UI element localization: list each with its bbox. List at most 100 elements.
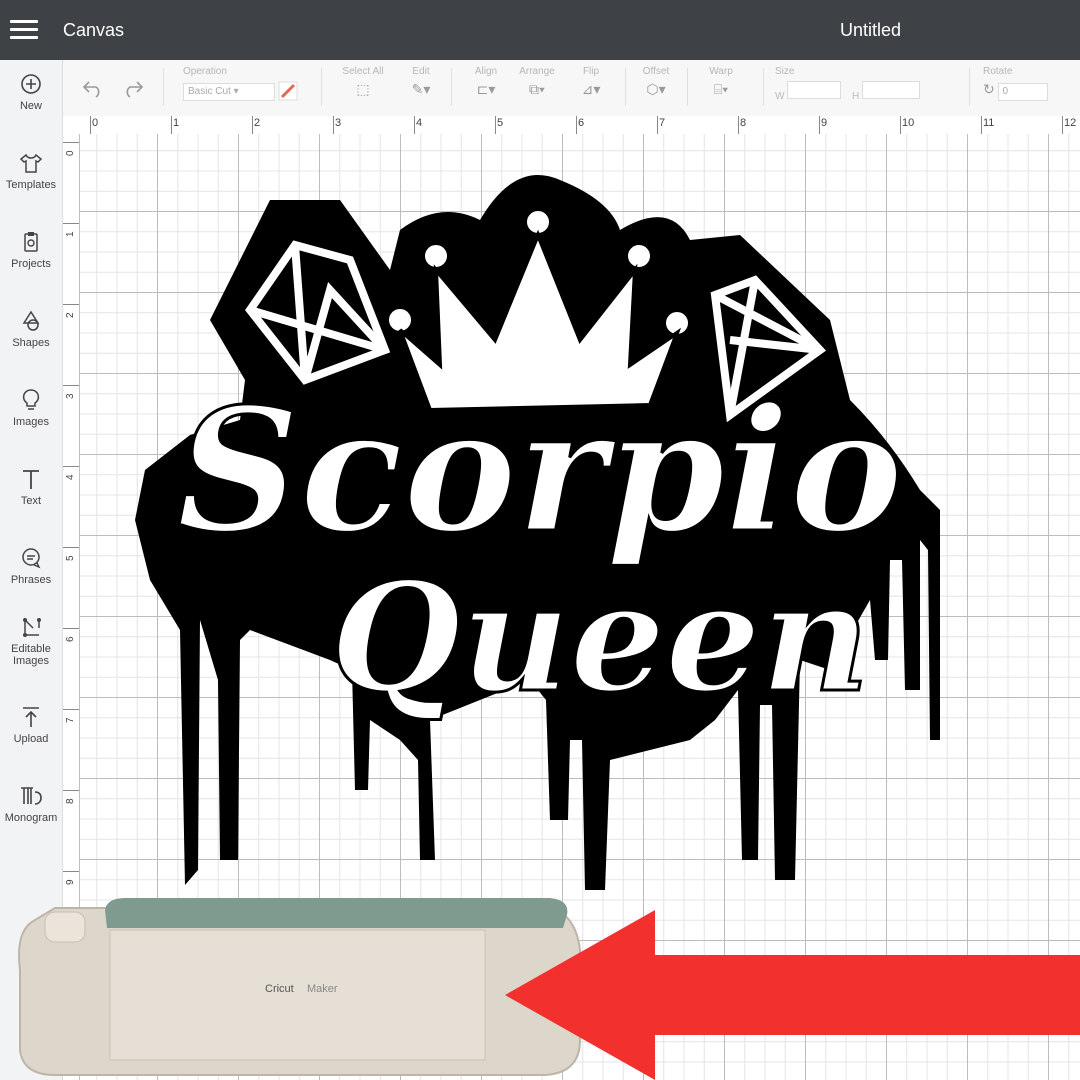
clipboard-icon <box>24 232 38 252</box>
warp-button[interactable]: Warp ⌸▾ <box>703 66 739 98</box>
offset-label: Offset <box>642 66 670 77</box>
ruler-tick <box>657 116 658 134</box>
machine-front-panel <box>109 929 486 1061</box>
size-label: Size <box>775 66 795 77</box>
width-input[interactable] <box>787 81 842 99</box>
ruler-tick-label: 0 <box>92 117 99 129</box>
select-all-label: Select All <box>342 66 384 77</box>
ruler-tick <box>252 116 253 134</box>
sidebar-item-editable-images[interactable]: Editable Images <box>0 615 62 667</box>
machine-model: Maker <box>307 983 338 995</box>
ruler-tick-label: 9 <box>65 879 76 885</box>
sidebar-item-label: Upload <box>13 733 49 745</box>
ruler-tick-label: 6 <box>578 117 585 129</box>
ruler-tick <box>900 116 901 134</box>
offset-icon: ⬡▾ <box>646 81 666 97</box>
ruler-tick <box>63 709 79 710</box>
sidebar-item-text[interactable]: Text <box>0 467 62 507</box>
offset-button[interactable]: Offset ⬡▾ <box>638 66 674 98</box>
sidebar-item-images[interactable]: Images <box>0 388 62 428</box>
linetype-color-icon[interactable] <box>278 81 298 101</box>
arrange-button[interactable]: Arrange ⧉▾ <box>515 66 559 98</box>
hamburger-menu-icon[interactable] <box>10 20 38 40</box>
operation-value: Basic Cut <box>188 85 231 97</box>
undo-icon <box>82 81 100 98</box>
warp-label: Warp <box>709 66 733 77</box>
editable-image-icon <box>23 618 41 637</box>
flip-button[interactable]: Flip ⊿▾ <box>573 66 609 98</box>
ruler-tick <box>63 142 79 143</box>
scorpio-queen-design[interactable]: Scorpio Queen <box>130 160 950 900</box>
cricut-maker-machine: Cricut Maker <box>18 898 581 1076</box>
ruler-tick-label: 1 <box>65 231 76 237</box>
machine-brand: Cricut <box>265 983 294 995</box>
arrange-label: Arrange <box>519 66 555 77</box>
ruler-tick-label: 2 <box>65 312 76 318</box>
sidebar-item-projects[interactable]: Projects <box>0 230 62 270</box>
ruler-tick-label: 8 <box>65 798 76 804</box>
ruler-tick <box>63 547 79 548</box>
machine-tool-cup <box>44 911 86 943</box>
ruler-tick-label: 3 <box>65 393 76 399</box>
document-title[interactable]: Untitled <box>840 20 901 41</box>
sidebar-item-label: Shapes <box>12 337 50 349</box>
ruler-tick <box>63 385 79 386</box>
ruler-tick <box>171 116 172 134</box>
ruler-tick-label: 5 <box>65 555 76 561</box>
monogram-icon <box>21 787 42 805</box>
shapes-icon <box>22 310 40 331</box>
sidebar-item-templates[interactable]: Templates <box>0 151 62 191</box>
ruler-tick <box>63 466 79 467</box>
sidebar-item-upload[interactable]: Upload <box>0 705 62 745</box>
ruler-tick <box>90 116 91 134</box>
ruler-tick <box>414 116 415 134</box>
rotate-icon: ↻ <box>983 81 995 97</box>
height-label: H <box>852 91 860 102</box>
sidebar-item-label: Text <box>20 495 42 507</box>
ruler-tick-label: 8 <box>740 117 747 129</box>
horizontal-ruler: 0 1 2 3 4 5 6 7 8 9 10 11 12 <box>63 116 1080 135</box>
select-all-button[interactable]: Select All ⬚ <box>338 66 388 98</box>
ruler-tick-label: 6 <box>65 636 76 642</box>
sidebar-item-shapes[interactable]: Shapes <box>0 309 62 349</box>
sidebar-item-monogram[interactable]: Monogram <box>0 784 62 824</box>
lightbulb-icon <box>22 389 40 410</box>
warp-icon: ⌸▾ <box>713 81 729 97</box>
undo-button[interactable] <box>81 78 105 101</box>
sidebar-item-label: Monogram <box>4 812 58 824</box>
ruler-tick <box>63 790 79 791</box>
ruler-tick-label: 2 <box>254 117 261 129</box>
text-t-icon <box>23 470 39 489</box>
ruler-tick <box>576 116 577 134</box>
sidebar-item-label: Images <box>12 416 50 428</box>
arrange-icon: ⧉▾ <box>529 81 545 97</box>
sidebar-item-label: Phrases <box>10 574 52 586</box>
ruler-tick <box>738 116 739 134</box>
ruler-tick <box>63 304 79 305</box>
machine-lid <box>105 898 568 928</box>
tshirt-icon <box>19 153 43 173</box>
align-button[interactable]: Align ⊏▾ <box>468 66 504 98</box>
ruler-tick-label: 7 <box>659 117 666 129</box>
ruler-tick <box>333 116 334 134</box>
pencil-icon: ✎▾ <box>411 81 431 97</box>
sidebar-item-phrases[interactable]: Phrases <box>0 546 62 586</box>
rotate-input[interactable]: 0 <box>997 83 1048 101</box>
ruler-tick-label: 9 <box>821 117 828 129</box>
speech-bubble-icon <box>22 548 41 569</box>
size-group: Size W H <box>775 66 955 102</box>
edit-button[interactable]: Edit ✎▾ <box>403 66 439 98</box>
sidebar-item-new[interactable]: New <box>0 72 62 112</box>
operation-select[interactable]: Basic Cut ▾ <box>183 82 275 101</box>
height-input[interactable] <box>862 81 921 99</box>
redo-button[interactable] <box>121 78 145 101</box>
ruler-tick <box>981 116 982 134</box>
ruler-tick-label: 11 <box>983 117 995 129</box>
ruler-tick <box>819 116 820 134</box>
ruler-tick-label: 4 <box>65 474 76 480</box>
ruler-tick-label: 7 <box>65 717 76 723</box>
flip-label: Flip <box>582 66 600 77</box>
ruler-tick-label: 10 <box>902 117 915 129</box>
ruler-tick <box>63 628 79 629</box>
align-icon: ⊏▾ <box>476 81 496 97</box>
